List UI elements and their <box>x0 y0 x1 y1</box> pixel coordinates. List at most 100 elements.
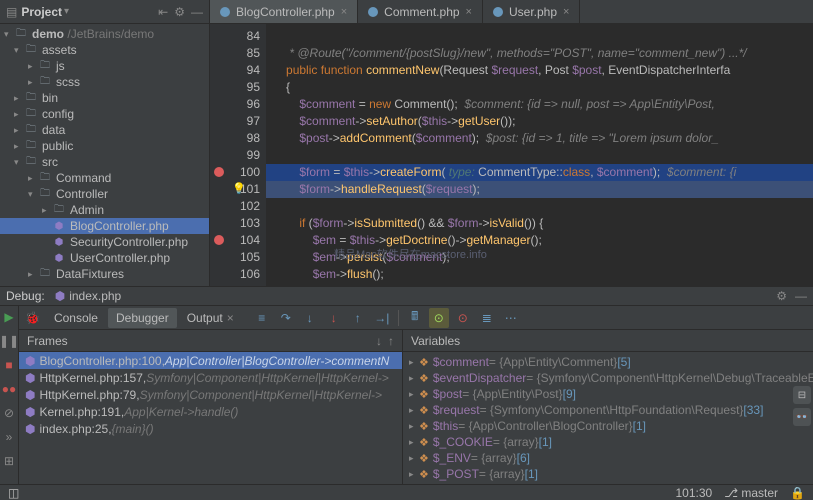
folder-command[interactable]: ▸🗀Command <box>0 170 209 186</box>
variable-row[interactable]: ▸❖$request = {Symfony\Component\HttpFoun… <box>403 402 813 418</box>
var-icon: ❖ <box>419 452 429 465</box>
editor-area: BlogController.php×Comment.php×User.php×… <box>210 0 813 286</box>
step-out-button[interactable]: ↑ <box>348 308 368 328</box>
php-icon: ⬢ <box>52 235 66 249</box>
frame-row[interactable]: ⬢HttpKernel.php:157, Symfony|Component|H… <box>19 369 402 386</box>
var-icon: ❖ <box>419 468 429 481</box>
variable-row[interactable]: ▸❖$_COOKIE = {array} [1] <box>403 434 813 450</box>
step-over-button[interactable]: ↷ <box>276 308 296 328</box>
tab-User.php[interactable]: User.php× <box>483 0 580 23</box>
frame-row[interactable]: ⬢HttpKernel.php:79, Symfony|Component|Ht… <box>19 386 402 403</box>
var-icon: ❖ <box>419 356 429 369</box>
stop-button[interactable]: ■ <box>0 356 18 374</box>
folder-icon: 🗀 <box>24 139 38 153</box>
file-UserController.php[interactable]: ⬢UserController.php <box>0 250 209 266</box>
close-icon[interactable]: × <box>341 6 347 18</box>
tab-BlogController.php[interactable]: BlogController.php× <box>210 0 358 23</box>
frame-row[interactable]: ⬢BlogController.php:100, App|Controller|… <box>19 352 402 369</box>
var-icon: ❖ <box>419 372 429 385</box>
close-icon[interactable]: × <box>466 6 472 18</box>
settings-button[interactable]: ≣ <box>477 308 497 328</box>
resume-button[interactable]: ▶ <box>0 308 18 326</box>
php-icon <box>493 7 503 17</box>
var-icon: ❖ <box>419 404 429 417</box>
mute-breakpoints-button[interactable]: ⊘ <box>0 404 18 422</box>
tab-Comment.php[interactable]: Comment.php× <box>358 0 483 23</box>
lock-icon[interactable]: 🔒 <box>790 486 805 500</box>
project-panel: ▤ Project ▾ ⇤ ⚙ — ▾🗀 demo /JetBrains/dem… <box>0 0 210 286</box>
debug-toolbar: ≡ ↷ ↓ ↓ ↑ →| 🖩 ⊙ ⊙ ≣ ⋯ <box>252 308 521 328</box>
hide-icon[interactable]: — <box>795 289 807 303</box>
hide-icon[interactable]: — <box>191 5 203 19</box>
stop-listen-button[interactable]: ⊙ <box>453 308 473 328</box>
code-body[interactable]: * @Route("/comment/{postSlug}/new", meth… <box>266 24 813 286</box>
folder-admin[interactable]: ▸🗀Admin <box>0 202 209 218</box>
gear-icon[interactable]: ⚙ <box>174 5 185 19</box>
variable-row[interactable]: ▸❖$_POST = {array} [1] <box>403 466 813 482</box>
file-SecurityController.php[interactable]: ⬢SecurityController.php <box>0 234 209 250</box>
caret-position[interactable]: 101:30 <box>675 486 712 500</box>
run-config-label[interactable]: index.php <box>69 289 121 303</box>
folder-public[interactable]: ▸🗀public <box>0 138 209 154</box>
var-icon: ❖ <box>419 420 429 433</box>
breakpoint-icon[interactable] <box>214 235 224 245</box>
listen-debug-button[interactable]: ⊙ <box>429 308 449 328</box>
variable-row[interactable]: ▸❖$eventDispatcher = {Symfony\Component\… <box>403 370 813 386</box>
close-icon[interactable]: × <box>563 6 569 18</box>
folder-src[interactable]: ▾🗀src <box>0 154 209 170</box>
debug-right-toolbar: ⊟ 👓 <box>791 386 813 426</box>
breakpoint-icon[interactable] <box>214 167 224 177</box>
tab-output[interactable]: Output× <box>179 308 242 328</box>
prev-frame-button[interactable]: ↓ <box>376 334 382 348</box>
folder-datafixtures[interactable]: ▸🗀DataFixtures <box>0 266 209 282</box>
folder-config[interactable]: ▸🗀config <box>0 106 209 122</box>
variable-row[interactable]: ▸❖$this = {App\Controller\BlogController… <box>403 418 813 434</box>
collapse-icon[interactable]: ⇤ <box>158 5 168 19</box>
folder-js[interactable]: ▸🗀js <box>0 58 209 74</box>
folder-assets[interactable]: ▾🗀assets <box>0 42 209 58</box>
more-actions-button[interactable]: ⋯ <box>501 308 521 328</box>
force-step-into-button[interactable]: ↓ <box>324 308 344 328</box>
close-icon[interactable]: × <box>227 311 234 325</box>
gutter[interactable]: 8485949596979899100101💡102103104105106 <box>210 24 266 286</box>
pause-button[interactable]: ❚❚ <box>0 332 18 350</box>
gear-icon[interactable]: ⚙ <box>776 289 787 303</box>
project-title[interactable]: Project <box>21 5 62 19</box>
php-icon <box>368 7 378 17</box>
bulb-icon[interactable]: 💡 <box>232 181 246 198</box>
frame-row[interactable]: ⬢Kernel.php:191, App|Kernel->handle() <box>19 403 402 420</box>
tab-console[interactable]: Console <box>46 308 106 328</box>
php-icon: ⬢ <box>25 422 35 436</box>
tab-debugger[interactable]: Debugger <box>108 308 177 328</box>
variable-row[interactable]: ▸❖$comment = {App\Entity\Comment} [5] <box>403 354 813 370</box>
folder-data[interactable]: ▸🗀data <box>0 122 209 138</box>
evaluate-button[interactable]: 🖩 <box>405 308 425 328</box>
folder-icon: 🗀 <box>52 203 66 217</box>
step-into-button[interactable]: ↓ <box>300 308 320 328</box>
statusbar-left-icon[interactable]: ◫ <box>8 486 19 500</box>
project-root[interactable]: ▾🗀 demo /JetBrains/demo <box>0 26 209 42</box>
git-branch[interactable]: ⎇ master <box>724 486 778 500</box>
next-frame-button[interactable]: ↑ <box>388 334 394 348</box>
folder-controller[interactable]: ▾🗀Controller <box>0 186 209 202</box>
folder-icon: 🗀 <box>24 107 38 121</box>
code-editor[interactable]: 8485949596979899100101💡102103104105106 *… <box>210 24 813 286</box>
folder-scss[interactable]: ▸🗀scss <box>0 74 209 90</box>
show-exec-point-button[interactable]: ≡ <box>252 308 272 328</box>
variable-row[interactable]: ▸❖$post = {App\Entity\Post} [9] <box>403 386 813 402</box>
folder-bin[interactable]: ▸🗀bin <box>0 90 209 106</box>
watch-button[interactable]: 👓 <box>793 408 811 426</box>
more-button[interactable]: » <box>0 428 18 446</box>
php-icon: ⬢ <box>52 219 66 233</box>
editor-tabs: BlogController.php×Comment.php×User.php× <box>210 0 813 24</box>
pin-button[interactable]: ⊟ <box>793 386 811 404</box>
run-to-cursor-button[interactable]: →| <box>372 308 392 328</box>
variable-row[interactable]: ▸❖$_ENV = {array} [6] <box>403 450 813 466</box>
chevron-down-icon[interactable]: ▾ <box>64 6 69 17</box>
project-tool-icon[interactable]: ▤ <box>6 5 17 19</box>
folder-icon: 🗀 <box>38 187 52 201</box>
frame-row[interactable]: ⬢index.php:25, {main}() <box>19 420 402 437</box>
file-BlogController.php[interactable]: ⬢BlogController.php <box>0 218 209 234</box>
layout-button[interactable]: ⊞ <box>0 452 18 470</box>
view-breakpoints-button[interactable]: ●● <box>0 380 18 398</box>
